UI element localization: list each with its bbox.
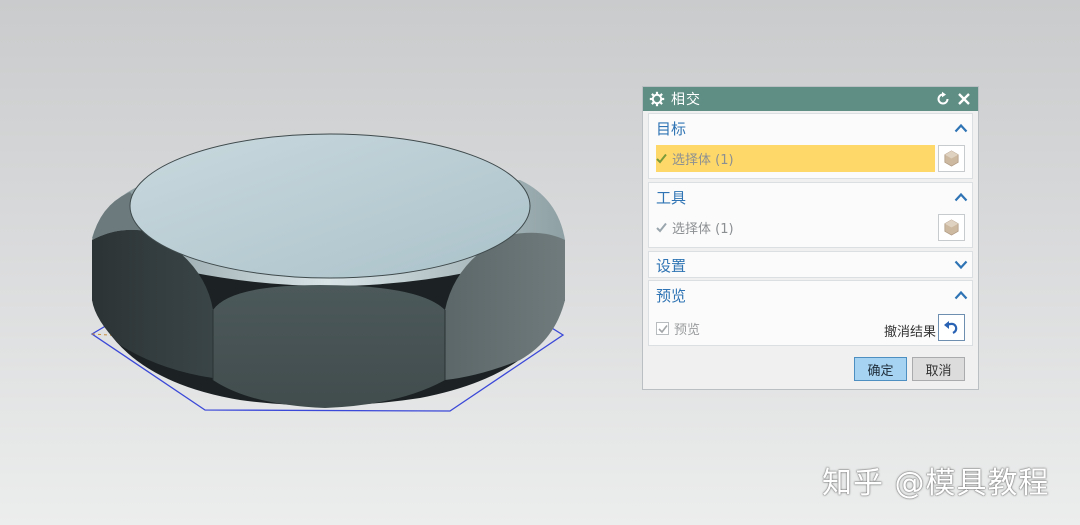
group-target-label: 目标 [656,119,687,138]
check-icon [657,324,668,333]
nut-top-face [129,133,531,279]
watermark-text: 知乎 @模具教程 [822,466,1050,501]
group-preview: 预览 预览 撤消结果 [648,280,973,346]
dialog-title: 相交 [671,92,701,108]
intersect-dialog: 相交 目标 选择体 (1) 工具 选择体 (1) 设置 预览 预览 撤消结果 确… [642,86,979,390]
chevron-up-icon[interactable] [954,192,968,202]
reset-icon[interactable] [935,91,951,107]
group-tool-label: 工具 [656,188,687,207]
group-target-header[interactable]: 目标 [649,114,972,142]
chevron-down-icon[interactable] [954,260,968,270]
preview-checkbox-label: 预览 [674,323,701,338]
group-settings-header[interactable]: 设置 [649,252,972,278]
group-preview-header[interactable]: 预览 [649,281,972,309]
group-tool: 工具 选择体 (1) [648,182,973,248]
nut-face-front [213,285,445,408]
tool-select-label: 选择体 (1) [672,222,734,237]
cancel-button[interactable]: 取消 [912,357,965,381]
target-select-body-button[interactable] [938,145,965,172]
solid-body-icon [944,219,959,236]
undo-icon [944,321,958,334]
close-icon[interactable] [956,91,972,107]
preview-checkbox-box[interactable] [656,322,669,335]
group-settings: 设置 [648,251,973,278]
check-icon [656,222,667,233]
undo-result-label: 撤消结果 [883,325,936,340]
group-preview-label: 预览 [656,286,687,305]
undo-result-button[interactable] [938,314,965,341]
check-icon [656,153,667,164]
target-select-body-row[interactable]: 选择体 (1) [656,145,935,172]
solid-body-icon [944,150,959,167]
target-select-label: 选择体 (1) [672,153,734,168]
group-tool-header[interactable]: 工具 [649,183,972,211]
dialog-titlebar[interactable]: 相交 [643,87,978,111]
gear-icon[interactable] [649,91,665,107]
group-settings-label: 设置 [656,256,687,275]
group-target: 目标 选择体 (1) [648,113,973,179]
tool-select-body-row[interactable]: 选择体 (1) [656,214,734,241]
preview-checkbox[interactable]: 预览 [656,319,700,338]
ok-button[interactable]: 确定 [854,357,907,381]
chevron-up-icon[interactable] [954,290,968,300]
chevron-up-icon[interactable] [954,123,968,133]
tool-select-body-button[interactable] [938,214,965,241]
